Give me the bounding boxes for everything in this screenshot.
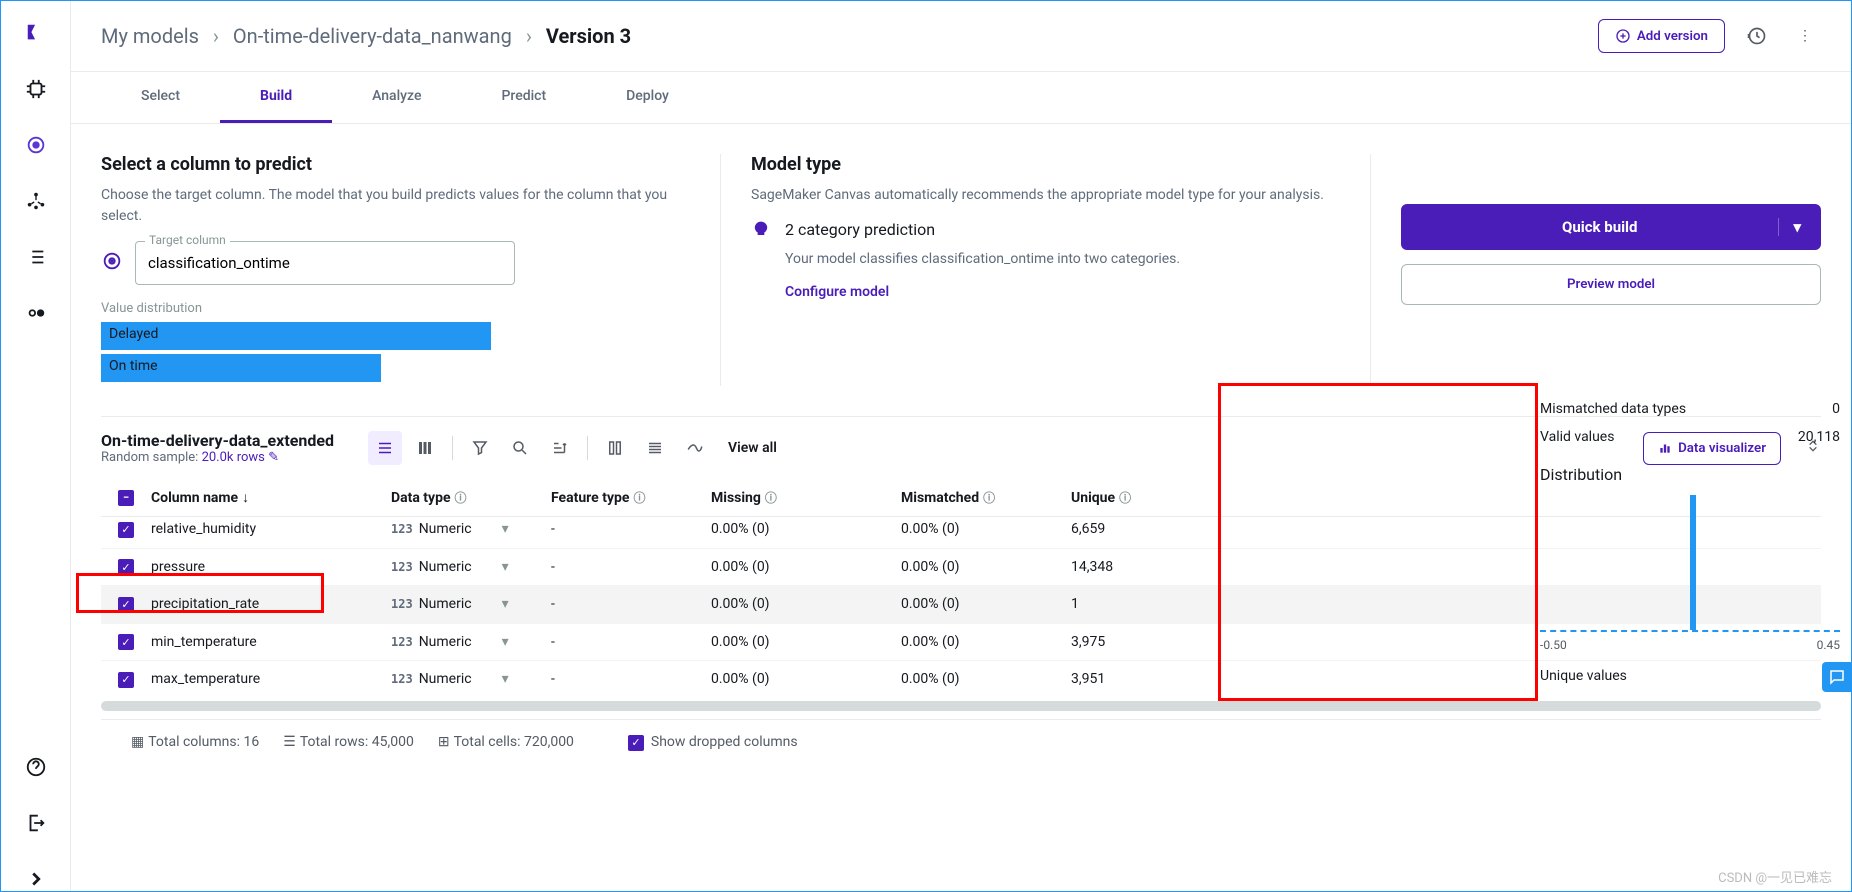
menu-icon[interactable]: ⋮ xyxy=(1789,20,1821,52)
action-panel: Quick build ▾ Preview model xyxy=(1401,154,1821,386)
caret-down-icon[interactable]: ▾ xyxy=(502,671,509,687)
configure-model-link[interactable]: Configure model xyxy=(785,284,1340,300)
sample-label: Random sample: xyxy=(101,450,198,465)
tab-predict[interactable]: Predict xyxy=(461,72,586,123)
plus-circle-icon xyxy=(1615,28,1631,44)
info-icon[interactable]: ⓘ xyxy=(765,491,777,505)
caret-down-icon[interactable]: ▾ xyxy=(502,521,509,537)
divider xyxy=(720,154,721,386)
target-column-input[interactable] xyxy=(135,241,515,285)
caret-down-icon[interactable]: ▾ xyxy=(502,596,509,612)
caret-down-icon[interactable]: ▾ xyxy=(502,559,509,575)
dist-bar-delayed: Delayed xyxy=(101,322,491,350)
breadcrumb: My models › On-time-delivery-data_nanwan… xyxy=(101,24,631,48)
tab-analyze[interactable]: Analyze xyxy=(332,72,461,123)
value-dist-label: Value distribution xyxy=(101,301,690,316)
row-checkbox[interactable] xyxy=(118,672,134,688)
graph-icon[interactable] xyxy=(24,189,48,213)
target-label: Target column xyxy=(145,233,230,247)
columns-icon[interactable] xyxy=(598,431,632,465)
row-checkbox[interactable] xyxy=(118,597,134,613)
list-view-icon[interactable] xyxy=(368,431,402,465)
prediction-desc: Your model classifies classification_ont… xyxy=(785,249,1180,270)
footer: ▦Total columns: 16 ☰Total rows: 45,000 ⊞… xyxy=(101,719,1821,765)
predict-panel: Select a column to predict Choose the ta… xyxy=(101,154,690,386)
history-icon[interactable] xyxy=(1741,20,1773,52)
list-icon[interactable] xyxy=(24,245,48,269)
info-icon[interactable]: ⓘ xyxy=(1119,491,1131,505)
row-checkbox[interactable] xyxy=(118,522,134,538)
lightbulb-icon xyxy=(751,220,771,244)
watermark: CSDN @一见已难忘 xyxy=(1718,867,1832,886)
predict-title: Select a column to predict xyxy=(101,154,690,175)
show-dropped-checkbox[interactable] xyxy=(628,735,644,751)
header: My models › On-time-delivery-data_nanwan… xyxy=(71,1,1851,72)
prediction-type: 2 category prediction xyxy=(785,220,1180,239)
distribution-title: Distribution xyxy=(1540,465,1840,484)
info-icon[interactable]: ⓘ xyxy=(455,491,467,505)
target-icon xyxy=(101,250,123,276)
filter-icon[interactable] xyxy=(463,431,497,465)
dist-bar-ontime: On time xyxy=(101,354,381,382)
column-name: precipitation_rate xyxy=(151,596,391,612)
rows-icon: ☰ xyxy=(283,734,296,750)
distribution-chart xyxy=(1540,492,1840,632)
sort-down-icon[interactable]: ↓ xyxy=(242,490,249,506)
preview-model-button[interactable]: Preview model xyxy=(1401,264,1821,305)
dots-icon[interactable] xyxy=(24,301,48,325)
cells-icon: ⊞ xyxy=(438,734,450,750)
view-all-link[interactable]: View all xyxy=(728,440,777,456)
row-checkbox[interactable] xyxy=(118,559,134,575)
chevron-right-icon: › xyxy=(213,24,219,48)
divider xyxy=(1370,154,1371,386)
tab-select[interactable]: Select xyxy=(101,72,220,123)
sort-icon[interactable] xyxy=(543,431,577,465)
chip-icon[interactable] xyxy=(24,77,48,101)
caret-down-icon[interactable]: ▾ xyxy=(1778,218,1801,236)
trend-icon[interactable] xyxy=(678,431,712,465)
model-type-desc: SageMaker Canvas automatically recommend… xyxy=(751,185,1340,206)
row-checkbox[interactable] xyxy=(118,634,134,650)
breadcrumb-version: Version 3 xyxy=(546,24,631,48)
grid-view-icon[interactable] xyxy=(408,431,442,465)
sidebar xyxy=(1,1,71,891)
select-all-checkbox[interactable] xyxy=(118,490,134,506)
tab-deploy[interactable]: Deploy xyxy=(586,72,709,123)
rows-icon[interactable] xyxy=(638,431,672,465)
column-name: max_temperature xyxy=(151,671,391,687)
help-icon[interactable] xyxy=(24,755,48,779)
quick-build-button[interactable]: Quick build ▾ xyxy=(1401,204,1821,250)
chevron-right-icon[interactable] xyxy=(24,867,48,891)
details-panel: Mismatched data types0 Valid values20,11… xyxy=(1540,395,1840,690)
column-name: relative_humidity xyxy=(151,521,391,537)
column-name: pressure xyxy=(151,559,391,575)
column-name: min_temperature xyxy=(151,634,391,650)
breadcrumb-model[interactable]: On-time-delivery-data_nanwang xyxy=(233,24,512,48)
caret-down-icon[interactable]: ▾ xyxy=(502,634,509,650)
dataset-name: On-time-delivery-data_extended xyxy=(101,431,334,450)
info-icon[interactable]: ⓘ xyxy=(633,491,645,505)
horizontal-scrollbar[interactable] xyxy=(101,701,1821,711)
logout-icon[interactable] xyxy=(24,811,48,835)
columns-icon: ▦ xyxy=(131,734,144,750)
sample-value[interactable]: 20.0k rows xyxy=(202,450,265,465)
model-type-panel: Model type SageMaker Canvas automaticall… xyxy=(751,154,1340,386)
target-icon[interactable] xyxy=(24,133,48,157)
tab-build[interactable]: Build xyxy=(220,72,332,123)
predict-desc: Choose the target column. The model that… xyxy=(101,185,690,227)
logo-icon[interactable] xyxy=(24,21,48,45)
chevron-right-icon: › xyxy=(526,24,532,48)
tabs: Select Build Analyze Predict Deploy xyxy=(71,72,1851,124)
model-type-title: Model type xyxy=(751,154,1340,175)
add-version-button[interactable]: Add version xyxy=(1598,19,1725,53)
breadcrumb-root[interactable]: My models xyxy=(101,24,199,48)
chat-icon[interactable] xyxy=(1822,662,1852,692)
edit-icon[interactable]: ✎ xyxy=(268,450,279,465)
info-icon[interactable]: ⓘ xyxy=(983,491,995,505)
search-icon[interactable] xyxy=(503,431,537,465)
